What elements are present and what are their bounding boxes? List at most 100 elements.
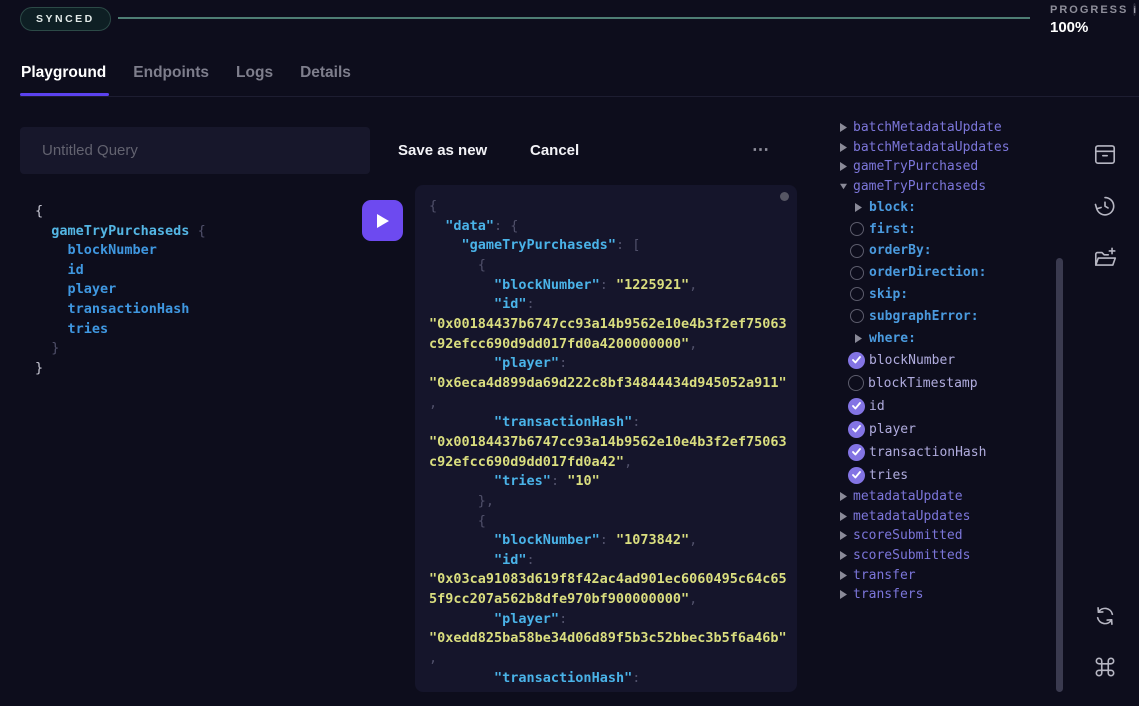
response-code-line: "data": { [429, 217, 783, 237]
query-editor[interactable]: { gameTryPurchaseds { blockNumber id pla… [35, 202, 355, 378]
saved-queries-button[interactable] [1090, 139, 1120, 169]
schema-label: subgraphError: [869, 309, 979, 324]
schema-row-orderDirection[interactable]: orderDirection: [835, 262, 1051, 284]
tree-toggle[interactable] [840, 162, 847, 171]
schema-row-first[interactable]: first: [835, 218, 1051, 240]
progress-value: 100% [1050, 19, 1135, 36]
checkbox-unchecked-icon[interactable] [850, 287, 864, 301]
response-scroll-thumb[interactable] [780, 192, 789, 201]
more-options-button[interactable]: ⋯ [752, 140, 771, 160]
schema-row-metadataUpdate[interactable]: metadataUpdate [835, 487, 1051, 507]
schema-label: scoreSubmitteds [853, 548, 970, 563]
schema-row-scoreSubmitteds[interactable]: scoreSubmitteds [835, 546, 1051, 566]
response-json: { "data": { "gameTryPurchaseds": [ { "bl… [429, 197, 783, 688]
checkbox-checked-icon[interactable] [848, 421, 865, 438]
schema-label: blockNumber [869, 353, 955, 368]
checkbox-unchecked-icon[interactable] [850, 244, 864, 258]
schema-label: orderBy: [869, 243, 932, 258]
response-code-line: "0x00184437b6747cc93a14b9562e10e4b3f2ef7… [429, 433, 783, 453]
response-code-line: }, [429, 492, 783, 512]
tree-toggle[interactable] [840, 551, 847, 560]
info-icon[interactable]: i [1133, 3, 1136, 16]
checkbox-checked-icon[interactable] [848, 467, 865, 484]
command-icon [1092, 654, 1118, 680]
schema-row-id[interactable]: id [835, 395, 1051, 418]
schema-label: id [869, 399, 885, 414]
query-code-line: } [35, 359, 355, 379]
tree-toggle[interactable] [840, 531, 847, 540]
schema-label: where: [869, 331, 916, 346]
schema-row-transfer[interactable]: transfer [835, 565, 1051, 585]
schema-label: gameTryPurchased [853, 159, 978, 174]
checkbox-unchecked-icon[interactable] [848, 375, 864, 391]
schema-row-blockTimestamp[interactable]: blockTimestamp [835, 372, 1051, 395]
schema-row-subgraphError[interactable]: subgraphError: [835, 305, 1051, 327]
cancel-button[interactable]: Cancel [530, 142, 579, 159]
response-code-line: "blockNumber": "1225921", [429, 276, 783, 296]
checkbox-unchecked-icon[interactable] [850, 222, 864, 236]
tree-toggle[interactable] [840, 183, 847, 190]
response-code-line: { [429, 197, 783, 217]
shortcuts-button[interactable] [1090, 652, 1120, 682]
schema-row-orderBy[interactable]: orderBy: [835, 240, 1051, 262]
save-as-new-button[interactable]: Save as new [398, 142, 487, 159]
tree-toggle[interactable] [840, 512, 847, 521]
response-code-line: c92efcc690d9dd017fd0a42", [429, 453, 783, 473]
schema-row-where[interactable]: where: [835, 327, 1051, 349]
tab-divider [20, 96, 1139, 97]
tab-logs[interactable]: Logs [235, 64, 274, 96]
new-folder-button[interactable] [1090, 243, 1120, 273]
chevron-right-icon [840, 123, 847, 132]
checkbox-checked-icon[interactable] [848, 398, 865, 415]
schema-row-block[interactable]: block: [835, 196, 1051, 218]
schema-label: transfers [853, 587, 923, 602]
schema-row-player[interactable]: player [835, 418, 1051, 441]
chevron-down-icon [840, 183, 847, 190]
tab-playground[interactable]: Playground [20, 64, 107, 96]
schema-label: batchMetadataUpdate [853, 120, 1002, 135]
tree-toggle[interactable] [855, 203, 862, 212]
tab-details[interactable]: Details [299, 64, 352, 96]
tree-toggle[interactable] [840, 590, 847, 599]
schema-row-tries[interactable]: tries [835, 464, 1051, 487]
schema-row-batchMetadataUpdates[interactable]: batchMetadataUpdates [835, 138, 1051, 158]
progress-bar [118, 17, 1030, 19]
schema-row-batchMetadataUpdate[interactable]: batchMetadataUpdate [835, 118, 1051, 138]
run-query-button[interactable] [362, 200, 403, 241]
schema-explorer: batchMetadataUpdate batchMetadataUpdates g… [835, 118, 1051, 605]
tree-toggle[interactable] [840, 571, 847, 580]
chevron-right-icon [840, 143, 847, 152]
checkbox-checked-icon[interactable] [848, 444, 865, 461]
response-code-line: { [429, 512, 783, 532]
response-code-line: "transactionHash": [429, 669, 783, 689]
schema-label: batchMetadataUpdates [853, 140, 1010, 155]
schema-row-skip[interactable]: skip: [835, 284, 1051, 306]
schema-row-transactionHash[interactable]: transactionHash [835, 441, 1051, 464]
tree-toggle[interactable] [855, 334, 862, 343]
chevron-right-icon [840, 162, 847, 171]
schema-row-metadataUpdates[interactable]: metadataUpdates [835, 507, 1051, 527]
schema-row-blockNumber[interactable]: blockNumber [835, 349, 1051, 372]
schema-scrollbar[interactable] [1056, 258, 1063, 692]
checkbox-unchecked-icon[interactable] [850, 309, 864, 323]
response-panel[interactable]: { "data": { "gameTryPurchaseds": [ { "bl… [415, 185, 797, 692]
tree-toggle[interactable] [840, 492, 847, 501]
schema-row-gameTryPurchased[interactable]: gameTryPurchased [835, 157, 1051, 177]
schema-row-scoreSubmitted[interactable]: scoreSubmitted [835, 526, 1051, 546]
chevron-right-icon [855, 203, 862, 212]
refresh-button[interactable] [1090, 601, 1120, 631]
response-code-line: "0x03ca91083d619f8f42ac4ad901ec6060495c6… [429, 570, 783, 590]
tree-toggle[interactable] [840, 143, 847, 152]
query-name-field [20, 127, 370, 174]
query-history-button[interactable] [1090, 191, 1120, 221]
tree-toggle[interactable] [840, 123, 847, 132]
checkbox-unchecked-icon[interactable] [850, 266, 864, 280]
folder-plus-icon [1092, 245, 1118, 271]
tab-endpoints[interactable]: Endpoints [132, 64, 210, 96]
response-code-line: "player": [429, 354, 783, 374]
checkbox-checked-icon[interactable] [848, 352, 865, 369]
schema-label: player [869, 422, 916, 437]
schema-row-transfers[interactable]: transfers [835, 585, 1051, 605]
query-name-input[interactable] [20, 127, 370, 174]
schema-row-gameTryPurchaseds[interactable]: gameTryPurchaseds [835, 177, 1051, 197]
